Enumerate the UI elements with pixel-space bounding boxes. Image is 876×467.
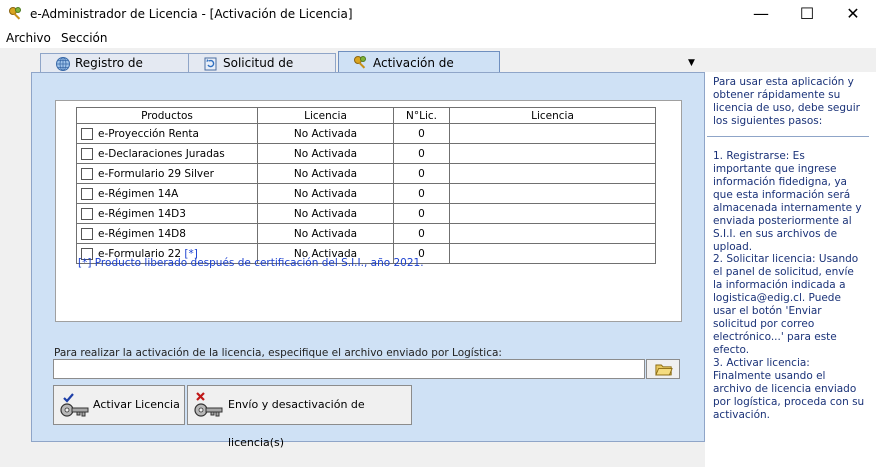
license-key	[449, 183, 656, 204]
license-key	[449, 123, 656, 144]
table-row: e-Proyección Renta No Activada 0	[76, 123, 656, 144]
table-row: e-Régimen 14D3 No Activada 0	[76, 203, 656, 224]
license-key	[449, 163, 656, 184]
license-count: 0	[393, 163, 450, 184]
activar-licencia-button[interactable]: Activar Licencia	[53, 385, 185, 425]
help-step-2: 2. Solicitar licencia: Usando el panel d…	[713, 253, 859, 356]
license-key	[449, 143, 656, 164]
license-status: No Activada	[257, 143, 394, 164]
menu-seccion[interactable]: Sección	[61, 31, 107, 45]
products-table: Productos Licencia N°Lic. Licencia e-Pro…	[76, 107, 656, 264]
header-nlic: N°Lic.	[393, 107, 450, 124]
license-file-input[interactable]	[53, 359, 645, 379]
product-name: e-Régimen 14A	[98, 187, 179, 200]
tab-dropdown-icon[interactable]: ▼	[688, 58, 695, 68]
minimize-button[interactable]: —	[738, 0, 784, 30]
license-count: 0	[393, 143, 450, 164]
license-status: No Activada	[257, 223, 394, 244]
help-step-1: 1. Registrarse: Es importante que ingres…	[713, 150, 862, 253]
license-count: 0	[393, 223, 450, 244]
activation-panel: Productos Licencia N°Lic. Licencia e-Pro…	[31, 72, 705, 449]
product-name: e-Régimen 14D8	[98, 227, 186, 240]
app-window: e-Administrador de Licencia - [Activació…	[0, 0, 876, 467]
product-name: e-Formulario 29 Silver	[98, 167, 214, 180]
product-name: e-Proyección Renta	[98, 127, 199, 140]
table-row: e-Régimen 14D8 No Activada 0	[76, 223, 656, 244]
certification-note: [*] Producto liberado después de certifi…	[78, 257, 424, 269]
table-row: e-Declaraciones Juradas No Activada 0	[76, 143, 656, 164]
product-checkbox[interactable]	[81, 147, 93, 160]
license-status: No Activada	[257, 203, 394, 224]
product-checkbox[interactable]	[81, 207, 93, 220]
header-licencia-key: Licencia	[449, 107, 656, 124]
key-check-icon	[60, 393, 89, 417]
keys-icon	[354, 56, 366, 69]
document-refresh-icon	[204, 57, 217, 71]
product-checkbox[interactable]	[81, 187, 93, 200]
menu-archivo[interactable]: Archivo	[6, 31, 51, 45]
tab-registro-usuario[interactable]: Registro de usuario	[40, 53, 190, 88]
products-box: Productos Licencia N°Lic. Licencia e-Pro…	[55, 100, 682, 322]
globe-icon	[56, 57, 70, 71]
license-count: 0	[393, 203, 450, 224]
close-button[interactable]: ✕	[830, 0, 876, 30]
window-title: e-Administrador de Licencia - [Activació…	[30, 7, 353, 21]
table-row: e-Régimen 14A No Activada 0	[76, 183, 656, 204]
table-header-row: Productos Licencia N°Lic. Licencia	[76, 107, 656, 124]
browse-file-button[interactable]	[646, 359, 680, 379]
menu-bar: Archivo Sección	[0, 30, 876, 48]
open-folder-icon	[655, 364, 673, 376]
header-productos: Productos	[76, 107, 258, 124]
header-licencia: Licencia	[257, 107, 394, 124]
button-label: Activar Licencia	[93, 398, 180, 411]
envio-desactivacion-button[interactable]: Envío y desactivación de licencia(s)	[187, 385, 412, 449]
table-row: e-Formulario 29 Silver No Activada 0	[76, 163, 656, 184]
product-name: e-Declaraciones Juradas	[98, 147, 225, 160]
help-divider	[707, 136, 869, 137]
tab-solicitud-licencia[interactable]: Solicitud de licencia	[188, 53, 336, 88]
license-status: No Activada	[257, 163, 394, 184]
main-body: Registro de usuario Solicitud de licenci…	[0, 48, 876, 467]
license-count: 0	[393, 123, 450, 144]
help-panel: Para usar esta aplicación y obtener rápi…	[705, 72, 876, 467]
product-checkbox[interactable]	[81, 227, 93, 240]
title-bar: e-Administrador de Licencia - [Activació…	[0, 0, 876, 30]
product-checkbox[interactable]	[81, 167, 93, 180]
license-key	[449, 223, 656, 244]
key-delete-icon	[194, 392, 223, 417]
license-count: 0	[393, 183, 450, 204]
keys-app-icon	[9, 7, 21, 20]
help-step-3: 3. Activar licencia: Finalmente usando e…	[713, 357, 865, 421]
maximize-button[interactable]: ☐	[784, 0, 830, 30]
license-key	[449, 243, 656, 264]
license-status: No Activada	[257, 123, 394, 144]
file-label: Para realizar la activación de la licenc…	[54, 347, 502, 359]
help-intro: Para usar esta aplicación y obtener rápi…	[713, 76, 860, 127]
license-key	[449, 203, 656, 224]
product-checkbox[interactable]	[81, 127, 93, 140]
product-name: e-Régimen 14D3	[98, 207, 186, 220]
license-status: No Activada	[257, 183, 394, 204]
button-label: Envío y desactivación de licencia(s)	[228, 398, 365, 449]
